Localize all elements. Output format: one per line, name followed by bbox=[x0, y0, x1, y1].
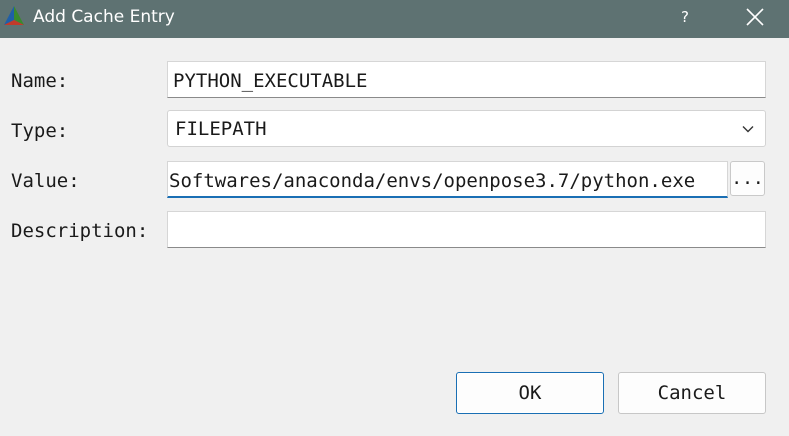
window-title: Add Cache Entry bbox=[33, 7, 175, 27]
help-button[interactable]: ? bbox=[670, 0, 700, 38]
ok-button[interactable]: OK bbox=[456, 372, 604, 414]
add-cache-entry-dialog: Add Cache Entry ? Name: PYTHON_EXECUTABL… bbox=[0, 0, 789, 436]
close-button[interactable] bbox=[735, 0, 773, 38]
cmake-triangle-icon bbox=[4, 6, 24, 25]
description-input[interactable] bbox=[167, 211, 766, 248]
title-bar[interactable]: Add Cache Entry ? bbox=[0, 0, 789, 38]
browse-button[interactable]: ... bbox=[730, 161, 765, 196]
value-input-value: Softwares/anaconda/envs/openpose3.7/pyth… bbox=[169, 170, 696, 192]
close-icon bbox=[746, 8, 764, 26]
type-label: Type: bbox=[11, 120, 69, 142]
value-input[interactable]: Softwares/anaconda/envs/openpose3.7/pyth… bbox=[167, 161, 728, 198]
name-input-value: PYTHON_EXECUTABLE bbox=[173, 70, 368, 92]
description-label: Description: bbox=[11, 220, 149, 242]
value-label: Value: bbox=[11, 170, 80, 192]
name-label: Name: bbox=[11, 70, 69, 92]
cancel-button[interactable]: Cancel bbox=[618, 372, 766, 414]
type-select[interactable]: FILEPATH bbox=[167, 110, 766, 147]
name-input[interactable]: PYTHON_EXECUTABLE bbox=[167, 61, 766, 98]
type-select-value: FILEPATH bbox=[175, 118, 267, 140]
chevron-down-icon bbox=[742, 126, 754, 133]
